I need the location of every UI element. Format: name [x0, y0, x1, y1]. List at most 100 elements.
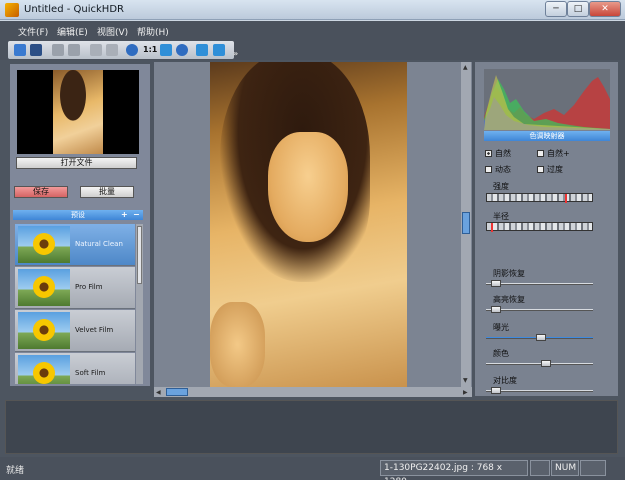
batch-button[interactable]: 批量	[80, 186, 134, 198]
preset-thumbnail	[18, 355, 70, 384]
num-lock-indicator: NUM	[551, 460, 579, 476]
maximize-button[interactable]: □	[567, 1, 589, 17]
mode-natural-label: 自然	[495, 149, 511, 158]
horizontal-scrollbar-thumb[interactable]	[166, 388, 188, 396]
radius-label: 半径	[493, 212, 509, 221]
mode-excessive[interactable]: 过度	[537, 164, 563, 175]
zoom-in-icon[interactable]	[126, 44, 138, 56]
scroll-down-icon[interactable]: ▼	[463, 377, 468, 384]
slider-label: 曝光	[493, 323, 509, 332]
preview-thumbnail	[17, 70, 139, 154]
preset-item[interactable]: Natural Clean	[15, 224, 135, 266]
radio-icon	[485, 166, 492, 173]
menu-help[interactable]: 帮助(H)	[137, 25, 169, 38]
zoom-out-icon[interactable]	[176, 44, 188, 56]
slider-label: 高亮恢复	[493, 295, 525, 304]
copy-icon[interactable]	[52, 44, 64, 56]
preset-item[interactable]: Velvet Film	[15, 310, 135, 352]
histogram-graph	[484, 69, 610, 130]
minimize-button[interactable]: ─	[545, 1, 567, 17]
radio-icon	[537, 166, 544, 173]
strength-bar[interactable]	[486, 193, 593, 203]
open-icon[interactable]	[14, 44, 26, 56]
redo-icon[interactable]	[106, 44, 118, 56]
preset-add-button[interactable]: +	[121, 210, 128, 219]
menu-view[interactable]: 视图(V)	[97, 25, 128, 38]
photo-hand	[210, 302, 265, 387]
slider-thumb[interactable]	[491, 280, 501, 287]
mode-natural-plus-label: 自然+	[547, 149, 570, 158]
preset-thumbnail	[18, 312, 70, 349]
undo-icon[interactable]	[90, 44, 102, 56]
radius-marker	[491, 223, 493, 232]
toolstrip: 1:1	[8, 41, 234, 59]
slider-label: 对比度	[493, 376, 517, 385]
slider-track[interactable]	[486, 390, 593, 392]
bottom-strip	[5, 400, 618, 454]
preset-remove-button[interactable]: −	[133, 210, 140, 219]
slider-thumb[interactable]	[541, 360, 551, 367]
menu-edit[interactable]: 编辑(E)	[57, 25, 88, 38]
radio-icon	[537, 150, 544, 157]
status-bar: 就绪 1-130PG22402.jpg : 768 x 1280 NUM	[0, 457, 625, 480]
mode-dynamic[interactable]: 动态	[485, 164, 511, 175]
scroll-left-icon[interactable]: ◀	[156, 389, 161, 396]
main-photo	[210, 62, 407, 387]
sunflower-icon	[33, 319, 55, 341]
open-file-button[interactable]: 打开文件	[16, 157, 137, 169]
toolbar: 1:1 »	[0, 40, 625, 60]
vertical-scrollbar-thumb[interactable]	[462, 212, 470, 234]
horizontal-scrollbar[interactable]	[154, 387, 472, 397]
app-icon	[5, 3, 19, 17]
preset-name: Velvet Film	[75, 326, 114, 334]
preset-item[interactable]: Soft Film	[15, 353, 135, 384]
status-cell-empty	[580, 460, 606, 476]
preset-scrollbar-thumb[interactable]	[137, 226, 142, 284]
rotate-left-icon[interactable]	[196, 44, 208, 56]
radius-bar[interactable]	[486, 222, 593, 232]
scroll-right-icon[interactable]: ▶	[463, 389, 468, 396]
window-title: Untitled - QuickHDR	[24, 4, 124, 15]
tone-mapper-header: 色调映射器	[484, 131, 610, 141]
file-info: 1-130PG22402.jpg : 768 x 1280	[380, 460, 528, 480]
preset-thumbnail	[18, 269, 70, 306]
rotate-right-icon[interactable]	[213, 44, 225, 56]
close-button[interactable]: ✕	[589, 1, 621, 17]
left-panel: 打开文件 保存 批量 预设 + − Natural Clean Pro Film…	[10, 64, 150, 386]
mode-excessive-label: 过度	[547, 165, 563, 174]
title-bar: Untitled - QuickHDR ─ □ ✕	[0, 0, 625, 20]
paste-icon[interactable]	[68, 44, 80, 56]
preset-name: Pro Film	[75, 283, 103, 291]
thumbnail-image	[53, 70, 103, 154]
photo-face	[268, 132, 348, 242]
menu-file[interactable]: 文件(F)	[18, 25, 48, 38]
sunflower-icon	[33, 276, 55, 298]
strength-marker	[565, 194, 567, 203]
slider-thumb[interactable]	[536, 334, 546, 341]
slider-track[interactable]	[486, 283, 593, 285]
actual-size-label[interactable]: 1:1	[143, 45, 157, 54]
slider-track[interactable]	[486, 309, 593, 311]
toolbar-overflow-icon[interactable]: »	[233, 49, 238, 58]
scroll-up-icon[interactable]: ▲	[463, 64, 468, 71]
save-icon[interactable]	[30, 44, 42, 56]
sunflower-icon	[33, 362, 55, 384]
mode-natural[interactable]: 自然	[485, 148, 511, 159]
preset-list: Natural Clean Pro Film Velvet Film Soft …	[15, 224, 135, 384]
save-button[interactable]: 保存	[14, 186, 68, 198]
histogram	[484, 69, 610, 130]
slider-thumb[interactable]	[491, 387, 501, 394]
strength-label: 强度	[493, 182, 509, 191]
slider-label: 阴影恢复	[493, 269, 525, 278]
fit-icon[interactable]	[160, 44, 172, 56]
mode-natural-plus[interactable]: 自然+	[537, 148, 570, 159]
preset-name: Natural Clean	[75, 240, 123, 248]
mode-dynamic-label: 动态	[495, 165, 511, 174]
slider-track[interactable]	[486, 363, 593, 365]
status-cell-empty	[530, 460, 550, 476]
preset-name: Soft Film	[75, 369, 106, 377]
menu-bar: 文件(F) 编辑(E) 视图(V) 帮助(H)	[0, 21, 625, 40]
preset-item[interactable]: Pro Film	[15, 267, 135, 309]
preset-thumbnail	[18, 226, 70, 263]
slider-thumb[interactable]	[491, 306, 501, 313]
